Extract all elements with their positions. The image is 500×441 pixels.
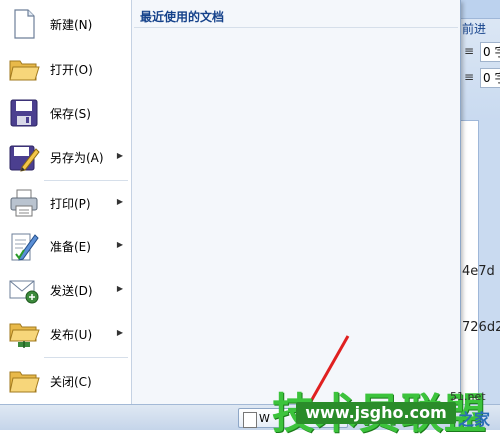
watermark-suffix: 之家 (458, 410, 491, 429)
watermark-url: www.jsgho.com (296, 402, 456, 424)
watermark-net: 51.net (450, 390, 486, 403)
red-arrow-annotation (300, 335, 350, 420)
